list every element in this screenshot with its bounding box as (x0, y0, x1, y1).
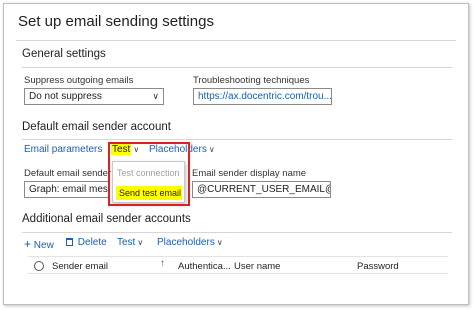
default-sender-label: Default email sender (24, 168, 112, 179)
default-sender-value: Graph: email mess (29, 184, 110, 195)
divider (22, 139, 452, 140)
email-parameters-button[interactable]: Email parameters (24, 144, 102, 155)
divider (16, 40, 456, 41)
column-user-name[interactable]: User name (234, 261, 280, 272)
sort-arrow-icon[interactable]: ↑ (160, 258, 165, 269)
additional-placeholders-label: Placeholders (157, 237, 215, 248)
additional-test-menu-button[interactable]: Test ∨ (117, 237, 143, 248)
divider (22, 232, 452, 233)
divider (22, 67, 452, 68)
suppress-select[interactable]: Do not suppress ∨ (24, 88, 164, 105)
chevron-down-icon: ∨ (137, 238, 144, 247)
section-default-account-title: Default email sender account (22, 121, 171, 133)
delete-button[interactable]: Delete (66, 237, 107, 248)
display-name-input[interactable]: @CURRENT_USER_EMAIL@ (192, 181, 331, 198)
page-title: Set up email sending settings (18, 13, 214, 30)
display-name-label: Email sender display name (192, 168, 307, 179)
section-additional-accounts-title: Additional email sender accounts (22, 213, 191, 225)
additional-test-label: Test (117, 237, 136, 248)
new-label: New (33, 240, 54, 251)
plus-icon: + (24, 237, 32, 251)
trash-icon (66, 238, 73, 246)
suppress-label: Suppress outgoing emails (24, 75, 134, 86)
delete-label: Delete (77, 237, 107, 248)
suppress-value: Do not suppress (29, 91, 102, 102)
select-all-radio[interactable] (34, 261, 44, 271)
troubleshooting-link[interactable]: https://ax.docentric.com/trou... (193, 88, 332, 105)
dialog-frame: Set up email sending settings General se… (3, 3, 469, 305)
chevron-down-icon: ∨ (208, 145, 215, 154)
callout-highlight-box (108, 142, 190, 206)
chevron-down-icon: ∨ (216, 238, 223, 247)
column-password[interactable]: Password (357, 261, 399, 272)
default-sender-select[interactable]: Graph: email mess (24, 181, 110, 198)
additional-placeholders-menu-button[interactable]: Placeholders ∨ (157, 237, 223, 248)
column-authentication[interactable]: Authentica... (178, 261, 231, 272)
grid-header: Sender email ↑ Authentica... User name P… (28, 256, 448, 274)
troubleshooting-label: Troubleshooting techniques (193, 75, 310, 86)
new-button[interactable]: + New (24, 237, 54, 251)
chevron-down-icon: ∨ (152, 91, 159, 101)
section-general-title: General settings (22, 48, 106, 60)
column-sender-email[interactable]: Sender email (52, 261, 108, 272)
